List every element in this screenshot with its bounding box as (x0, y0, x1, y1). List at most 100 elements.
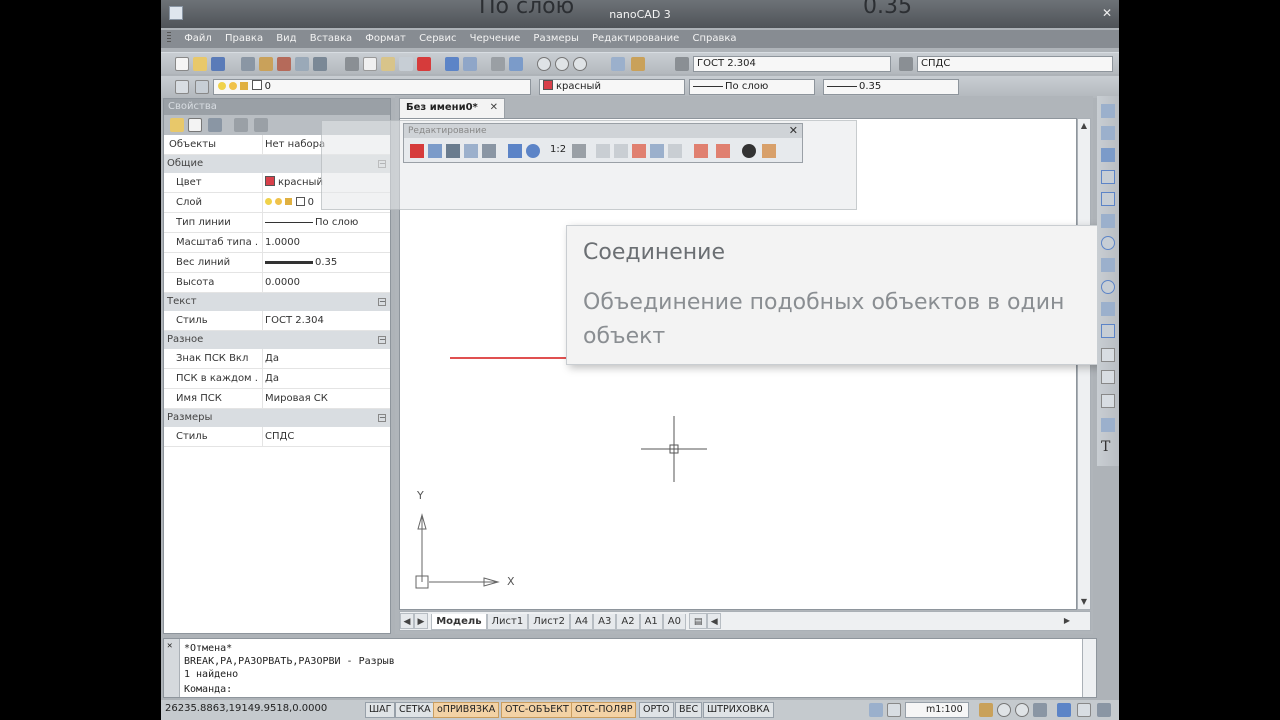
tab-prev-icon[interactable]: ◀ (400, 613, 414, 629)
prop-value[interactable]: ГОСТ 2.304 (262, 311, 390, 330)
tab-a4[interactable]: А4 (569, 614, 594, 630)
copy-object-icon[interactable] (428, 144, 442, 158)
collapse-icon[interactable]: − (378, 336, 386, 344)
collapse-icon[interactable]: − (378, 298, 386, 306)
text-icon[interactable]: T (1101, 440, 1115, 454)
publish-icon[interactable] (277, 57, 291, 71)
tab-a1[interactable]: А1 (639, 614, 663, 630)
model-space-icon[interactable] (869, 703, 883, 717)
preview-icon[interactable] (259, 57, 273, 71)
offset-icon[interactable] (464, 144, 478, 158)
explode-text-icon[interactable] (762, 144, 776, 158)
zoom-realtime-icon[interactable] (509, 57, 523, 71)
xline-icon[interactable] (1101, 126, 1115, 140)
collapse-icon[interactable]: − (378, 414, 386, 422)
menu-modify[interactable]: Редактирование (592, 30, 679, 48)
zoom-status-icon[interactable] (997, 703, 1011, 717)
hscroll-left-icon[interactable]: ◀ (707, 613, 722, 629)
linetype-combo[interactable]: По слою (689, 79, 815, 95)
menu-format[interactable]: Формат (365, 30, 406, 48)
table-icon[interactable] (1101, 418, 1115, 432)
paste-icon[interactable] (381, 57, 395, 71)
menu-draw[interactable]: Черчение (470, 30, 521, 48)
trim-icon[interactable] (596, 144, 610, 158)
grip-icon[interactable] (167, 32, 171, 44)
hscroll-right-icon[interactable]: ▶ (1060, 614, 1074, 628)
layers-icon[interactable] (175, 80, 189, 94)
dim-style-combo[interactable]: СПДС (917, 56, 1113, 72)
open-folder-icon[interactable] (193, 57, 207, 71)
prop-value[interactable]: 1.0000 (262, 233, 390, 252)
hatch-toggle[interactable]: ШТРИХОВКА (703, 702, 774, 718)
move-icon[interactable] (508, 144, 522, 158)
navigation-icon[interactable] (1033, 703, 1047, 717)
scale-icon[interactable]: 1:2 (550, 144, 566, 155)
orbit-icon[interactable] (1057, 703, 1071, 717)
grid-toggle[interactable]: СЕТКА (395, 702, 435, 718)
lock-panel-icon[interactable] (254, 118, 268, 132)
tab-next-icon[interactable]: ▶ (414, 613, 428, 629)
redo-icon[interactable] (463, 57, 477, 71)
prop-value[interactable]: 0.0000 (262, 273, 390, 292)
close-icon[interactable]: ✕ (1099, 6, 1115, 20)
revcloud-icon[interactable] (1101, 280, 1115, 294)
prop-row-thickness[interactable]: Высота 0.0000 (164, 273, 390, 293)
scroll-up-icon[interactable]: ▲ (1079, 121, 1089, 131)
prop-value[interactable]: СПДС (262, 427, 390, 446)
mirror-icon[interactable] (446, 144, 460, 158)
stretch-icon[interactable] (572, 144, 586, 158)
zoom-previous-icon[interactable] (573, 57, 587, 71)
filter-icon[interactable] (234, 118, 248, 132)
zoom-window-icon[interactable] (537, 57, 551, 71)
prop-row-ltscale[interactable]: Масштаб типа ... 1.0000 (164, 233, 390, 253)
zoom-extents-icon[interactable] (555, 57, 569, 71)
quick-select-icon[interactable] (208, 118, 222, 132)
tab-a3[interactable]: А3 (593, 614, 617, 630)
copy-icon[interactable] (363, 57, 377, 71)
menu-file[interactable]: Файл (184, 30, 212, 48)
polygon-icon[interactable] (1101, 170, 1115, 184)
save-icon[interactable] (211, 57, 225, 71)
match-properties-icon[interactable] (399, 57, 413, 71)
distance-icon[interactable] (611, 57, 625, 71)
polyline-icon[interactable] (1101, 148, 1115, 162)
join-icon[interactable] (650, 144, 664, 158)
arc-icon[interactable] (1101, 214, 1115, 228)
select-objects-icon[interactable] (170, 118, 184, 132)
cloud-icon[interactable] (313, 57, 327, 71)
menu-dimensions[interactable]: Размеры (533, 30, 578, 48)
close-icon[interactable]: ✕ (789, 124, 798, 138)
pan-status-icon[interactable] (979, 703, 993, 717)
zoom-window-status-icon[interactable] (1015, 703, 1029, 717)
document-tab[interactable]: Без имени0* ✕ (399, 98, 505, 118)
fullscreen-icon[interactable] (1077, 703, 1091, 717)
tab-sheet2[interactable]: Лист2 (528, 614, 570, 630)
tab-a0[interactable]: А0 (662, 614, 686, 630)
prop-value[interactable]: Да (262, 369, 390, 388)
category-misc[interactable]: Разное − (164, 331, 390, 349)
spline-icon[interactable] (1101, 258, 1115, 272)
menu-view[interactable]: Вид (276, 30, 296, 48)
text-style-icon[interactable] (675, 57, 689, 71)
menu-edit[interactable]: Правка (225, 30, 263, 48)
category-text[interactable]: Текст − (164, 293, 390, 311)
prop-row-linetype[interactable]: Тип линии По слою (164, 213, 390, 233)
pan-icon[interactable] (491, 57, 505, 71)
circle-icon[interactable] (1101, 236, 1115, 250)
dim-style-icon[interactable] (899, 57, 913, 71)
prop-row-lineweight[interactable]: Вес линий 0.35 (164, 253, 390, 273)
prop-value[interactable]: По слою (262, 213, 390, 232)
array-icon[interactable] (482, 144, 496, 158)
prop-value[interactable]: Да (262, 349, 390, 368)
block-icon[interactable] (1101, 324, 1115, 338)
prop-row-ucs-name[interactable]: Имя ПСК Мировая СК (164, 389, 390, 409)
command-line[interactable]: ✕ *Отмена* BREAK,РА,РАЗОРВАТЬ,РАЗОРВИ - … (163, 638, 1097, 698)
prop-row-text-style[interactable]: Стиль ГОСТ 2.304 (164, 311, 390, 331)
erase-icon[interactable] (410, 144, 424, 158)
annotation-scale[interactable]: m1:100 (905, 702, 969, 718)
tab-a2[interactable]: А2 (616, 614, 640, 630)
close-icon[interactable]: ✕ (167, 641, 172, 651)
osnap-toggle[interactable]: оПРИВЯЗКА (433, 702, 500, 718)
layer-combo[interactable]: 0 (213, 79, 531, 95)
print-icon[interactable] (241, 57, 255, 71)
